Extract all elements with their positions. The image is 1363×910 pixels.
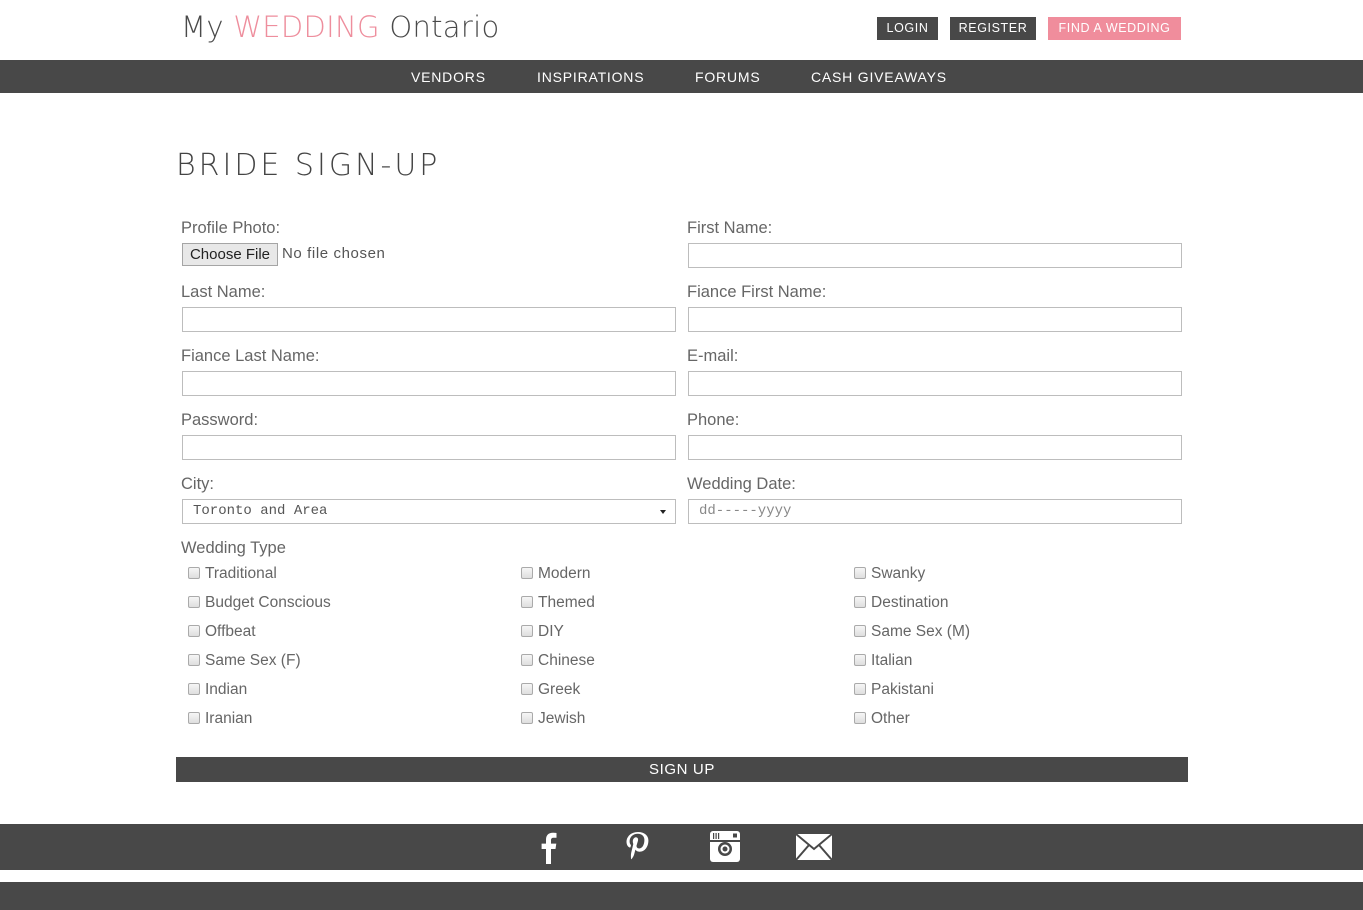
footer-bottom-bar — [0, 882, 1363, 910]
checkbox-label: Same Sex (M) — [871, 623, 971, 640]
facebook-icon[interactable] — [530, 830, 568, 864]
instagram-icon[interactable] — [706, 830, 744, 864]
checkbox-indian[interactable] — [188, 683, 200, 695]
checkbox-label: Offbeat — [205, 623, 256, 640]
find-wedding-button[interactable]: FIND A WEDDING — [1048, 17, 1181, 40]
checkbox-same-sex-f[interactable] — [188, 654, 200, 666]
checkbox-label: Other — [871, 710, 910, 727]
nav-item-vendors[interactable]: VENDORS — [411, 60, 486, 93]
checkbox-label: Jewish — [538, 710, 586, 727]
file-status-text: No file chosen — [282, 245, 386, 262]
choose-file-button[interactable]: Choose File — [182, 243, 278, 266]
wedding-date-input[interactable]: dd-----yyyy — [688, 499, 1182, 524]
password-label: Password: — [181, 411, 259, 429]
checkbox-label: Traditional — [205, 565, 277, 582]
checkbox-swanky[interactable] — [854, 567, 866, 579]
password-input[interactable] — [182, 435, 676, 460]
fiance-first-name-input[interactable] — [688, 307, 1182, 332]
wedding-type-label: Wedding Type — [181, 539, 286, 557]
logo-accent: WEDDING — [233, 10, 380, 44]
checkbox-label: Budget Conscious — [205, 594, 331, 611]
checkbox-chinese[interactable] — [521, 654, 533, 666]
city-select[interactable]: Toronto and Area — [182, 499, 676, 524]
logo-prefix: My — [181, 10, 234, 44]
checkbox-label: Modern — [538, 565, 591, 582]
checkbox-label: Swanky — [871, 565, 926, 582]
fiance-last-name-input[interactable] — [182, 371, 676, 396]
checkbox-label: Italian — [871, 652, 913, 669]
checkbox-budget-conscious[interactable] — [188, 596, 200, 608]
last-name-input[interactable] — [182, 307, 676, 332]
checkbox-offbeat[interactable] — [188, 625, 200, 637]
checkbox-pakistani[interactable] — [854, 683, 866, 695]
checkbox-same-sex-m[interactable] — [854, 625, 866, 637]
checkbox-diy[interactable] — [521, 625, 533, 637]
checkbox-label: Chinese — [538, 652, 595, 669]
nav-item-forums[interactable]: FORUMS — [695, 60, 760, 93]
checkbox-label: Iranian — [205, 710, 253, 727]
phone-label: Phone: — [687, 411, 740, 429]
checkbox-iranian[interactable] — [188, 712, 200, 724]
site-logo[interactable]: My WEDDING Ontario — [181, 10, 500, 44]
checkbox-label: Greek — [538, 681, 581, 698]
checkbox-greek[interactable] — [521, 683, 533, 695]
checkbox-other[interactable] — [854, 712, 866, 724]
checkbox-label: DIY — [538, 623, 564, 640]
wedding-date-label: Wedding Date: — [687, 475, 796, 493]
phone-input[interactable] — [688, 435, 1182, 460]
last-name-label: Last Name: — [181, 283, 266, 301]
city-label: City: — [181, 475, 214, 493]
checkbox-italian[interactable] — [854, 654, 866, 666]
email-label: E-mail: — [687, 347, 739, 365]
main-nav: VENDORS INSPIRATIONS FORUMS CASH GIVEAWA… — [0, 60, 1363, 93]
site-footer — [0, 824, 1363, 870]
checkbox-jewish[interactable] — [521, 712, 533, 724]
fiance-first-name-label: Fiance First Name: — [687, 283, 827, 301]
checkbox-traditional[interactable] — [188, 567, 200, 579]
first-name-label: First Name: — [687, 219, 773, 237]
register-button[interactable]: REGISTER — [950, 17, 1036, 40]
nav-item-inspirations[interactable]: INSPIRATIONS — [537, 60, 644, 93]
checkbox-label: Destination — [871, 594, 949, 611]
checkbox-label: Same Sex (F) — [205, 652, 301, 669]
checkbox-themed[interactable] — [521, 596, 533, 608]
signup-button[interactable]: SIGN UP — [176, 757, 1188, 782]
nav-item-cash-giveaways[interactable]: CASH GIVEAWAYS — [811, 60, 947, 93]
profile-photo-label: Profile Photo: — [181, 219, 281, 237]
first-name-input[interactable] — [688, 243, 1182, 268]
email-input[interactable] — [688, 371, 1182, 396]
page-title: BRIDE SIGN-UP — [176, 148, 441, 183]
pinterest-icon[interactable] — [618, 830, 656, 864]
checkbox-label: Themed — [538, 594, 595, 611]
checkbox-label: Pakistani — [871, 681, 934, 698]
logo-suffix: Ontario — [379, 10, 500, 44]
checkbox-destination[interactable] — [854, 596, 866, 608]
site-header: My WEDDING Ontario LOGIN REGISTER FIND A… — [0, 0, 1363, 60]
fiance-last-name-label: Fiance Last Name: — [181, 347, 320, 365]
chevron-down-icon — [660, 510, 666, 514]
checkbox-modern[interactable] — [521, 567, 533, 579]
email-icon[interactable] — [795, 830, 833, 864]
checkbox-label: Indian — [205, 681, 248, 698]
login-button[interactable]: LOGIN — [877, 17, 938, 40]
city-select-value: Toronto and Area — [193, 503, 328, 519]
